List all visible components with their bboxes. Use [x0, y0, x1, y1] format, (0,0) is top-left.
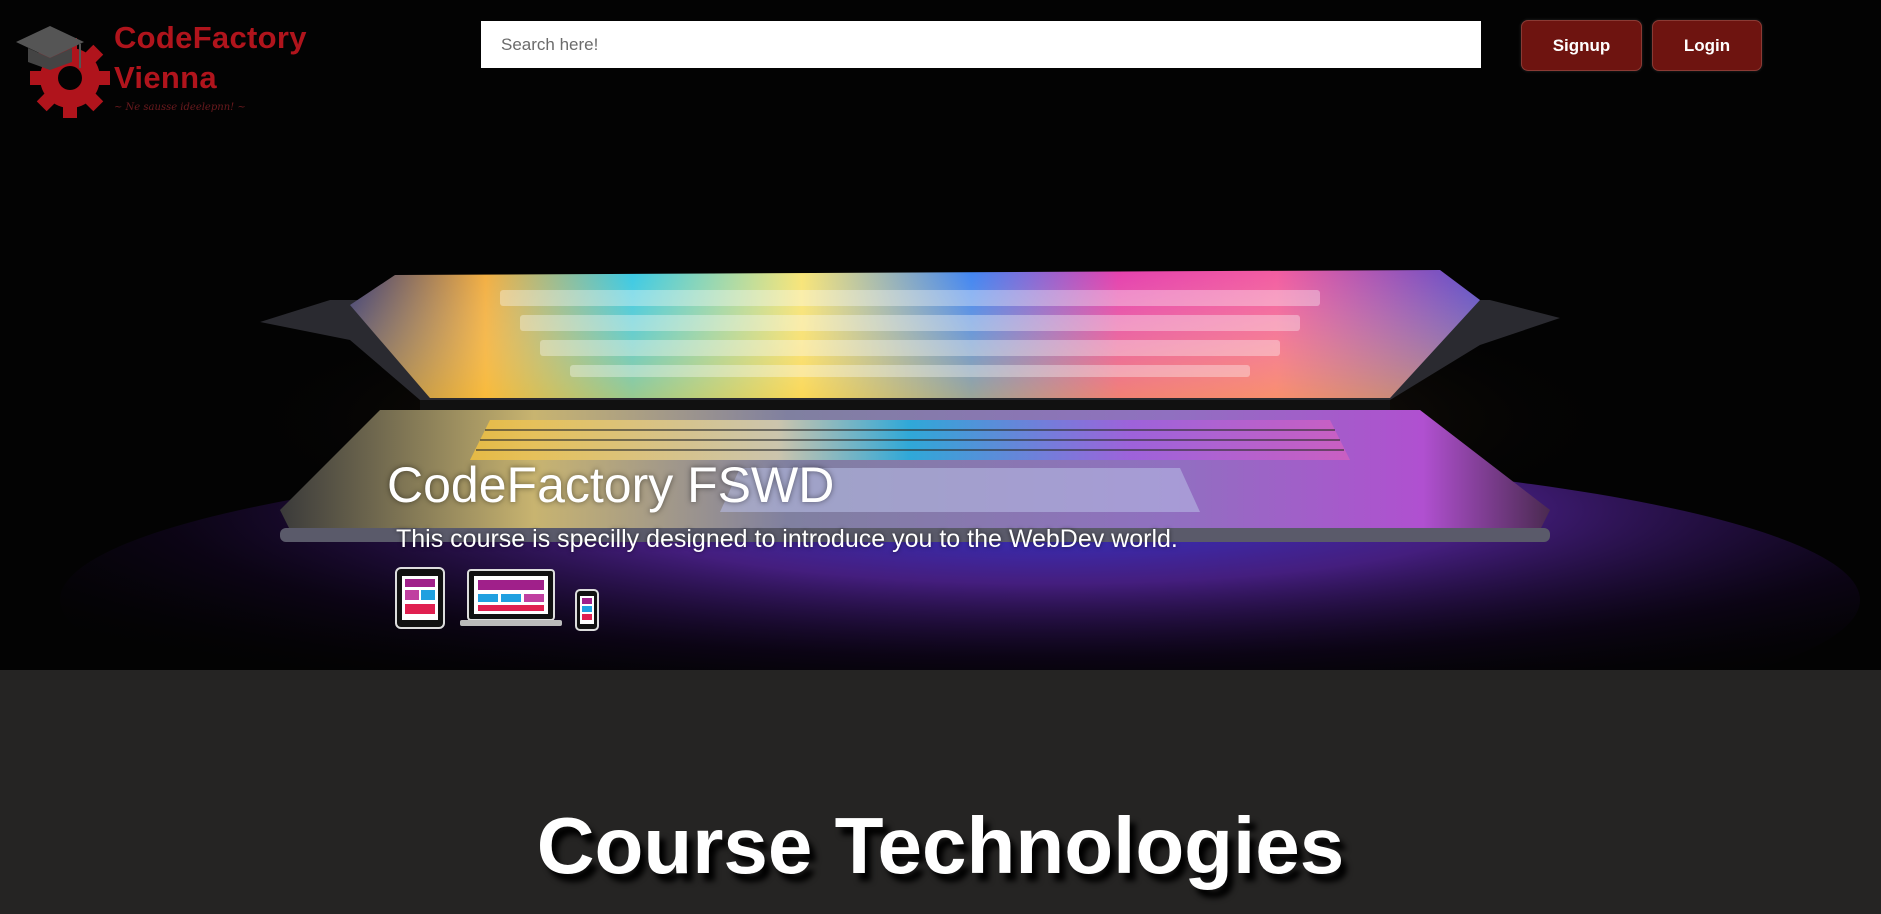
- phone-icon: [575, 589, 599, 631]
- responsive-devices: [394, 566, 614, 637]
- tablet-icon: [395, 567, 445, 629]
- search-input[interactable]: [481, 21, 1481, 68]
- signup-button[interactable]: Signup: [1521, 20, 1642, 71]
- hero-subtitle: This course is specilly designed to intr…: [396, 525, 1178, 553]
- hero-title: CodeFactory FSWD: [387, 457, 835, 513]
- brand-tagline: ~ Ne sausse ideelepnn! ~: [114, 102, 246, 113]
- brand-name-line2: Vienna: [114, 60, 217, 95]
- login-button[interactable]: Login: [1652, 20, 1762, 71]
- gear-graduation-cap-icon: [16, 26, 110, 118]
- brand-logo[interactable]: CodeFactory Vienna ~ Ne sausse ideelepnn…: [14, 16, 314, 120]
- course-technologies-section: Course Technologies: [0, 670, 1881, 914]
- brand-name-line1: CodeFactory: [114, 20, 307, 55]
- section-title: Course Technologies: [536, 801, 1345, 890]
- laptop-icon: [460, 569, 562, 626]
